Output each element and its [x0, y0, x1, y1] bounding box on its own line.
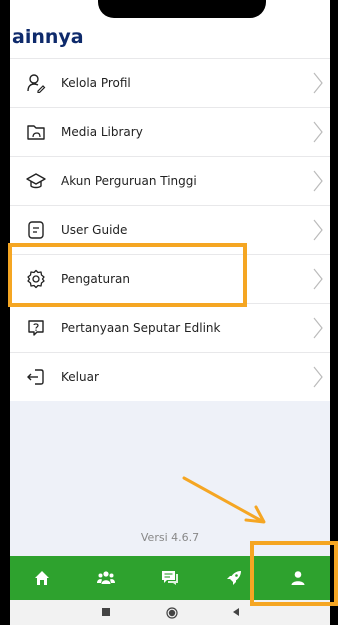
- rocket-icon: [227, 571, 241, 585]
- chevron-right-icon: [313, 121, 323, 143]
- menu-item-keluar[interactable]: Keluar: [10, 352, 330, 401]
- recent-apps-icon[interactable]: [101, 607, 111, 617]
- user-edit-icon: [27, 74, 46, 93]
- chevron-right-icon: [313, 72, 323, 94]
- menu-item-label: Akun Perguruan Tinggi: [61, 174, 197, 188]
- menu-item-pertanyaan-seputar-edlink[interactable]: Pertanyaan Seputar Edlink: [10, 303, 330, 352]
- annotation-arrow-icon: [182, 476, 266, 524]
- menu-item-label: User Guide: [61, 223, 128, 237]
- document-icon: [28, 221, 44, 239]
- logout-icon: [27, 369, 44, 385]
- home-icon: [35, 571, 49, 585]
- page-title: ainnya: [12, 26, 84, 48]
- nav-chat[interactable]: [138, 556, 202, 600]
- nav-home[interactable]: [10, 556, 74, 600]
- chat-icon: [162, 571, 178, 585]
- highlight-box-profile-tab: [250, 541, 338, 606]
- menu-item-label: Kelola Profil: [61, 76, 131, 90]
- camera-notch: [98, 0, 266, 18]
- phone-screen: ainnya Kelola Profil Media Library Akun …: [10, 0, 330, 625]
- group-icon: [97, 571, 115, 584]
- back-button-icon[interactable]: [231, 607, 241, 617]
- chevron-right-icon: [313, 170, 323, 192]
- highlight-box-pengaturan: [8, 243, 247, 307]
- menu-item-media-library[interactable]: Media Library: [10, 107, 330, 156]
- menu-item-kelola-profil[interactable]: Kelola Profil: [10, 58, 330, 107]
- home-button-icon[interactable]: [166, 607, 178, 619]
- menu-list: Kelola Profil Media Library Akun Perguru…: [10, 58, 330, 401]
- graduation-cap-icon: [26, 173, 46, 189]
- menu-item-label: Media Library: [61, 125, 143, 139]
- chevron-right-icon: [313, 366, 323, 388]
- menu-item-akun-perguruan-tinggi[interactable]: Akun Perguruan Tinggi: [10, 156, 330, 205]
- menu-item-label: Keluar: [61, 370, 99, 384]
- question-bubble-icon: [28, 320, 44, 336]
- chevron-right-icon: [313, 317, 323, 339]
- menu-item-label: Pertanyaan Seputar Edlink: [61, 321, 221, 335]
- folder-icon: [27, 125, 45, 140]
- chevron-right-icon: [313, 268, 323, 290]
- chevron-right-icon: [313, 219, 323, 241]
- nav-group[interactable]: [74, 556, 138, 600]
